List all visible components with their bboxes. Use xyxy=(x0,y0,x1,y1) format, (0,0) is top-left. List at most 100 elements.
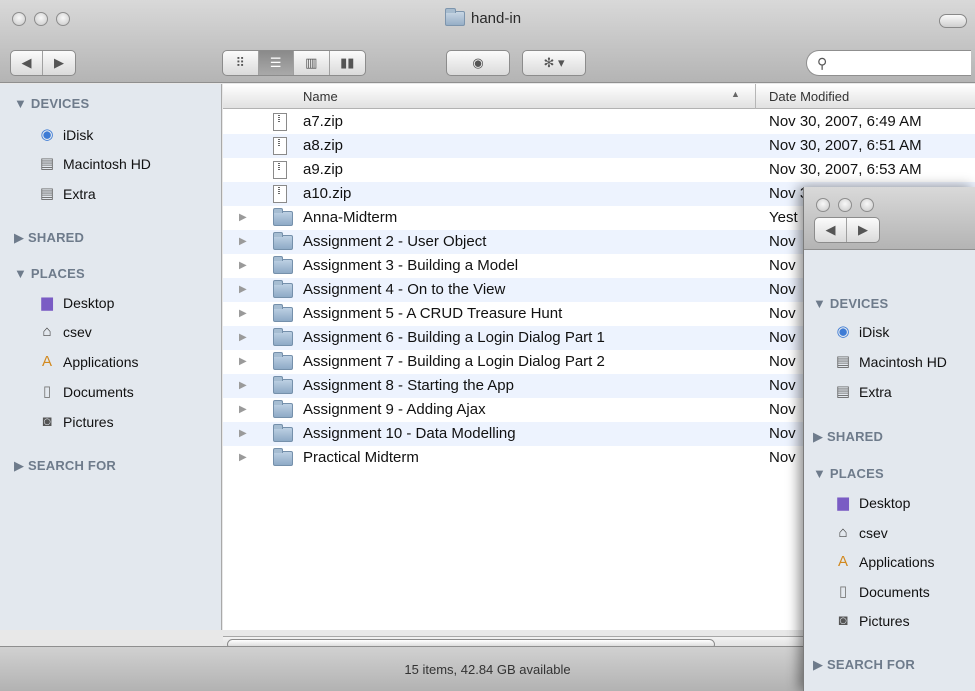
row-date-modified: Nov xyxy=(769,233,796,250)
forward-button[interactable]: ▶ xyxy=(43,51,75,75)
table-row[interactable]: a8.zip Nov 30, 2007, 6:51 AM xyxy=(223,134,975,158)
column-header-date-modified[interactable]: Date Modified xyxy=(769,89,849,104)
row-name: Assignment 7 - Building a Login Dialog P… xyxy=(303,353,605,370)
harddrive-icon: ▤ xyxy=(835,353,851,370)
forward-button[interactable]: ▶ xyxy=(847,218,879,242)
icon-view-button[interactable]: ⠿ xyxy=(223,51,259,75)
row-date-modified: Nov xyxy=(769,353,796,370)
table-row[interactable]: a9.zip Nov 30, 2007, 6:53 AM xyxy=(223,158,975,182)
zip-file-icon xyxy=(273,161,287,179)
list-view-button[interactable]: ☰ xyxy=(258,51,294,75)
minimize-button[interactable] xyxy=(34,12,48,26)
folder-icon xyxy=(273,304,293,322)
sidebar-item-label: Applications xyxy=(63,354,139,370)
disclosure-triangle-icon[interactable]: ▶ xyxy=(239,332,247,343)
zip-file-icon xyxy=(273,113,287,131)
column-view-button[interactable]: ▥ xyxy=(294,51,330,75)
disclosure-triangle-icon[interactable]: ▶ xyxy=(239,452,247,463)
finder-window-secondary[interactable]: ◀ ▶ ▼ DEVICES ◉ iDisk ▤ Macintosh HD ▤ E… xyxy=(803,187,975,691)
zip-file-icon xyxy=(273,137,287,155)
disclosure-triangle-icon[interactable]: ▶ xyxy=(239,380,247,391)
zip-file-icon xyxy=(273,185,287,203)
sidebar-section-devices[interactable]: ▼ DEVICES xyxy=(14,96,89,111)
folder-icon xyxy=(273,232,293,250)
row-date-modified: Nov xyxy=(769,377,796,394)
sidebar-section-label: SEARCH FOR xyxy=(28,458,116,473)
sidebar-item-applications[interactable]: A Applications xyxy=(834,551,935,573)
sidebar-section-shared[interactable]: ▶ SHARED xyxy=(14,230,84,246)
sidebar-item-desktop[interactable]: ▆ Desktop xyxy=(834,492,910,514)
disclosure-triangle-icon[interactable]: ▶ xyxy=(239,236,247,247)
applications-icon: A xyxy=(41,353,52,370)
zoom-button[interactable] xyxy=(860,198,874,212)
sidebar-section-places[interactable]: ▼ PLACES xyxy=(14,266,85,281)
sidebar-section-search-for[interactable]: ▶ SEARCH FOR xyxy=(813,657,915,673)
minimize-button[interactable] xyxy=(838,198,852,212)
table-row[interactable]: a7.zip Nov 30, 2007, 6:49 AM xyxy=(223,110,975,134)
sidebar-item-extra[interactable]: ▤ Extra xyxy=(38,183,96,205)
row-date-modified: Nov 30, 2007, 6:53 AM xyxy=(769,161,922,178)
sidebar-item-idisk[interactable]: ◉ iDisk xyxy=(834,321,889,343)
sidebar-item-label: Applications xyxy=(859,554,935,570)
row-name: a8.zip xyxy=(303,137,344,154)
zoom-button[interactable] xyxy=(56,12,70,26)
toolbar-toggle-button[interactable] xyxy=(939,14,967,28)
sidebar-item-pictures[interactable]: ◙ Pictures xyxy=(834,610,909,632)
disclosure-triangle-icon[interactable]: ▶ xyxy=(239,260,247,271)
back-forward-control: ◀ ▶ xyxy=(10,50,76,76)
sidebar-item-extra[interactable]: ▤ Extra xyxy=(834,381,892,403)
action-menu-button[interactable]: ✻ ▾ xyxy=(522,50,586,76)
window-titlebar: hand-in ◀ ▶ ⠿ ☰ ▥ ▮▮ ◉ ✻ ▾ ⚲ xyxy=(0,0,975,83)
folder-icon xyxy=(273,208,293,226)
row-date-modified: Yest xyxy=(769,209,798,226)
sidebar-section-devices[interactable]: ▼ DEVICES xyxy=(813,296,888,311)
sidebar-item-desktop[interactable]: ▆ Desktop xyxy=(38,292,114,314)
row-name: a7.zip xyxy=(303,113,344,130)
disclosure-triangle-icon[interactable]: ▶ xyxy=(239,404,247,415)
back-button[interactable]: ◀ xyxy=(11,51,44,75)
disclosure-triangle-icon[interactable]: ▶ xyxy=(239,284,247,295)
sidebar-item-csev[interactable]: ⌂ csev xyxy=(834,522,887,544)
sidebar-item-idisk[interactable]: ◉ iDisk xyxy=(38,124,93,146)
sidebar-item-applications[interactable]: A Applications xyxy=(38,351,139,373)
row-date-modified: Nov 30, 2007, 6:49 AM xyxy=(769,113,922,130)
sidebar-item-documents[interactable]: ▯ Documents xyxy=(38,381,134,403)
sidebar-item-label: iDisk xyxy=(63,127,94,143)
sidebar-section-shared[interactable]: ▶ SHARED xyxy=(813,429,883,445)
sidebar-item-macintosh-hd[interactable]: ▤ Macintosh HD xyxy=(38,153,151,175)
row-name: Practical Midterm xyxy=(303,449,419,466)
close-button[interactable] xyxy=(12,12,26,26)
column-header-name[interactable]: Name xyxy=(303,89,338,104)
sidebar-section-places[interactable]: ▼ PLACES xyxy=(813,466,884,481)
sidebar-section-label: SHARED xyxy=(827,429,884,444)
disclosure-triangle-icon[interactable]: ▶ xyxy=(239,212,247,223)
quick-look-button[interactable]: ◉ xyxy=(446,50,510,76)
sidebar-item-pictures[interactable]: ◙ Pictures xyxy=(38,411,113,433)
sidebar-section-search-for[interactable]: ▶ SEARCH FOR xyxy=(14,458,116,474)
disclosure-triangle-icon[interactable]: ▶ xyxy=(239,428,247,439)
gear-icon: ✻ ▾ xyxy=(543,55,565,70)
search-icon: ⚲ xyxy=(817,54,828,71)
search-input[interactable]: ⚲ xyxy=(806,50,971,76)
coverflow-view-button[interactable]: ▮▮ xyxy=(330,51,365,75)
close-button[interactable] xyxy=(816,198,830,212)
home-icon: ⌂ xyxy=(838,524,848,541)
folder-icon xyxy=(273,448,293,466)
row-date-modified: Nov xyxy=(769,329,796,346)
disclosure-triangle-icon[interactable]: ▶ xyxy=(239,308,247,319)
home-icon: ⌂ xyxy=(42,323,52,340)
row-name: Assignment 8 - Starting the App xyxy=(303,377,514,394)
row-date-modified: Nov xyxy=(769,257,796,274)
sidebar-item-label: iDisk xyxy=(859,324,890,340)
column-divider[interactable] xyxy=(755,84,756,109)
sidebar-item-documents[interactable]: ▯ Documents xyxy=(834,581,930,603)
back-button[interactable]: ◀ xyxy=(815,218,848,242)
sidebar-section-label: SHARED xyxy=(28,230,85,245)
sidebar: ▼ DEVICES ◉ iDisk ▤ Macintosh HD ▤ Extra… xyxy=(0,84,222,630)
sidebar-item-macintosh-hd[interactable]: ▤ Macintosh HD xyxy=(834,351,947,373)
row-date-modified: Nov xyxy=(769,305,796,322)
disclosure-triangle-icon[interactable]: ▶ xyxy=(239,356,247,367)
row-name: Assignment 10 - Data Modelling xyxy=(303,425,516,442)
sidebar-item-csev[interactable]: ⌂ csev xyxy=(38,321,91,343)
row-date-modified: Nov xyxy=(769,401,796,418)
